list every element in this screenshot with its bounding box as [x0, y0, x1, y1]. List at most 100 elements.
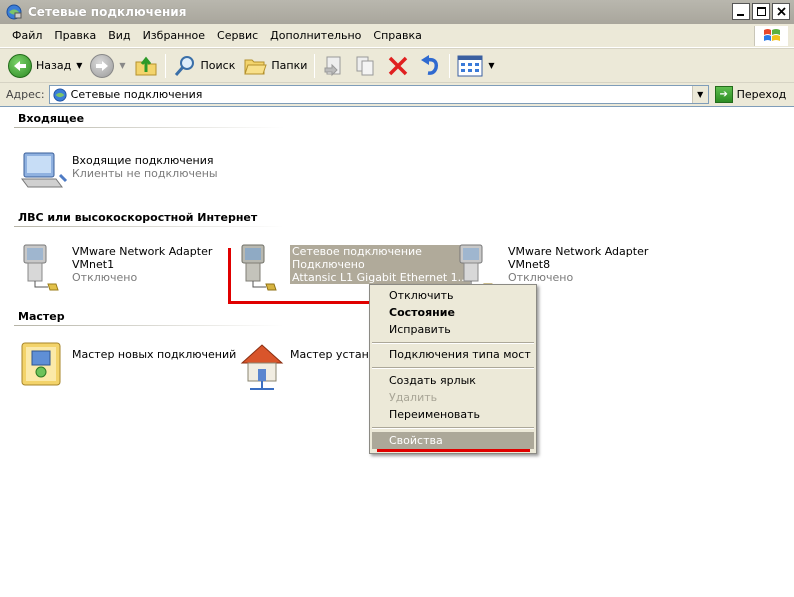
folders-icon: [244, 59, 268, 74]
toolbar-separator: [449, 53, 451, 78]
delete-button[interactable]: [382, 52, 414, 80]
network-connections-icon: [6, 4, 22, 20]
up-folder-button[interactable]: [130, 52, 162, 80]
move-to-button[interactable]: [318, 52, 350, 80]
group-header-lan: ЛВС или высокоскоростной Интернет: [18, 211, 258, 224]
group-divider: [14, 127, 284, 128]
item-subtitle: Клиенты не подключены: [72, 167, 218, 180]
maximize-icon: [756, 7, 766, 16]
network-connections-icon: [53, 87, 67, 102]
incoming-connections-item[interactable]: Входящие подключения Клиенты не подключе…: [18, 145, 218, 197]
item-status: Отключено: [72, 271, 138, 284]
menu-favorites[interactable]: Избранное: [137, 29, 211, 42]
copy-to-button[interactable]: [350, 52, 382, 80]
undo-button[interactable]: [414, 52, 446, 80]
item-title: Входящие подключения: [72, 154, 214, 167]
views-icon: [457, 55, 483, 76]
menu-tools[interactable]: Сервис: [211, 29, 264, 42]
chevron-down-icon: ▼: [697, 90, 704, 99]
address-label: Адрес:: [6, 88, 45, 101]
item-title: Мастер новых подключений: [72, 348, 237, 361]
network-adapter-icon: [241, 244, 277, 291]
menu-separator: [372, 427, 534, 429]
back-button[interactable]: Назад ▼: [4, 52, 86, 80]
home-network-wizard-icon: [240, 344, 284, 390]
menu-item-bridge[interactable]: Подключения типа мост: [370, 346, 536, 363]
address-bar: Адрес: Сетевые подключения ▼ ➔ Переход: [0, 82, 794, 106]
address-value: Сетевые подключения: [70, 88, 203, 101]
copy-to-icon: [356, 56, 374, 75]
toolbar-separator: [314, 53, 316, 78]
title-bar: Сетевые подключения: [0, 0, 794, 24]
up-folder-icon: [135, 56, 157, 75]
menu-help[interactable]: Справка: [367, 29, 427, 42]
views-button[interactable]: ▼: [453, 52, 498, 80]
address-input[interactable]: Сетевые подключения ▼: [48, 85, 709, 104]
move-to-icon: [324, 56, 341, 76]
group-header-wizard: Мастер: [18, 310, 65, 323]
context-menu: Отключить Состояние Исправить Подключени…: [369, 284, 537, 454]
windows-flag-icon: [763, 29, 780, 41]
go-label: Переход: [736, 88, 787, 101]
group-divider: [14, 325, 284, 326]
item-line2: VMnet1: [72, 258, 115, 271]
network-adapter-icon: [23, 244, 59, 291]
menu-bar: Файл Правка Вид Избранное Сервис Дополни…: [0, 24, 794, 48]
menu-view[interactable]: Вид: [102, 29, 136, 42]
chevron-down-icon[interactable]: ▼: [119, 61, 125, 70]
chevron-down-icon[interactable]: ▼: [488, 61, 494, 70]
menu-item-create-shortcut[interactable]: Создать ярлык: [370, 372, 536, 389]
forward-button[interactable]: ▼: [86, 52, 129, 80]
menu-item-disconnect[interactable]: Отключить: [370, 287, 536, 304]
menu-item-properties[interactable]: Свойства: [372, 432, 534, 449]
delete-icon: [389, 56, 408, 75]
item-title: VMware Network Adapter: [508, 245, 649, 258]
back-arrow-icon: [8, 53, 32, 78]
item-line2: Подключено: [292, 258, 365, 271]
menu-item-repair[interactable]: Исправить: [370, 321, 536, 338]
address-dropdown-button[interactable]: ▼: [691, 86, 708, 103]
incoming-connections-icon: [21, 152, 68, 188]
menu-item-delete: Удалить: [389, 391, 438, 404]
forward-arrow-icon: [90, 53, 115, 78]
search-label: Поиск: [200, 59, 236, 72]
menu-file[interactable]: Файл: [6, 29, 48, 42]
windows-logo: [754, 26, 788, 46]
wizard-item-home-network[interactable]: Мастер установ: [236, 339, 382, 391]
item-status: Отключено: [508, 271, 574, 284]
maximize-button[interactable]: [752, 3, 770, 20]
annotation-mark: [228, 301, 370, 304]
group-header-incoming: Входящее: [18, 112, 85, 125]
annotation-mark: [228, 248, 231, 304]
minimize-icon: [737, 13, 744, 16]
item-status: Attansic L1 Gigabit Ethernet 1...: [292, 271, 469, 284]
item-title: Сетевое подключение: [292, 245, 422, 258]
new-connection-wizard-icon: [21, 342, 61, 386]
menu-advanced[interactable]: Дополнительно: [264, 29, 367, 42]
menu-edit[interactable]: Правка: [48, 29, 102, 42]
minimize-button[interactable]: [732, 3, 750, 20]
wizard-item-new-connection[interactable]: Мастер новых подключений: [18, 339, 236, 391]
folders-button[interactable]: Папки: [239, 52, 311, 80]
search-icon: [174, 55, 194, 76]
menu-item-status[interactable]: Состояние: [370, 304, 536, 321]
search-button[interactable]: Поиск: [169, 52, 240, 80]
close-icon: [776, 7, 786, 16]
go-arrow-icon: ➔: [714, 86, 733, 103]
window-title: Сетевые подключения: [28, 5, 187, 19]
annotation-mark: [377, 449, 530, 452]
item-title: VMware Network Adapter: [72, 245, 213, 258]
item-line2: VMnet8: [508, 258, 551, 271]
undo-icon: [421, 54, 439, 75]
chevron-down-icon[interactable]: ▼: [76, 61, 82, 70]
standard-toolbar: Назад ▼ ▼ Поиск Папки ▼: [0, 48, 794, 82]
menu-separator: [372, 342, 534, 344]
toolbar-separator: [164, 53, 166, 78]
back-label: Назад: [36, 59, 72, 72]
group-divider: [14, 226, 284, 227]
go-button[interactable]: ➔ Переход: [714, 86, 787, 103]
menu-separator: [372, 367, 534, 369]
lan-item-vmnet1[interactable]: VMware Network Adapter VMnet1 Отключено: [18, 241, 212, 293]
close-button[interactable]: [772, 3, 790, 20]
menu-item-rename[interactable]: Переименовать: [370, 406, 536, 423]
